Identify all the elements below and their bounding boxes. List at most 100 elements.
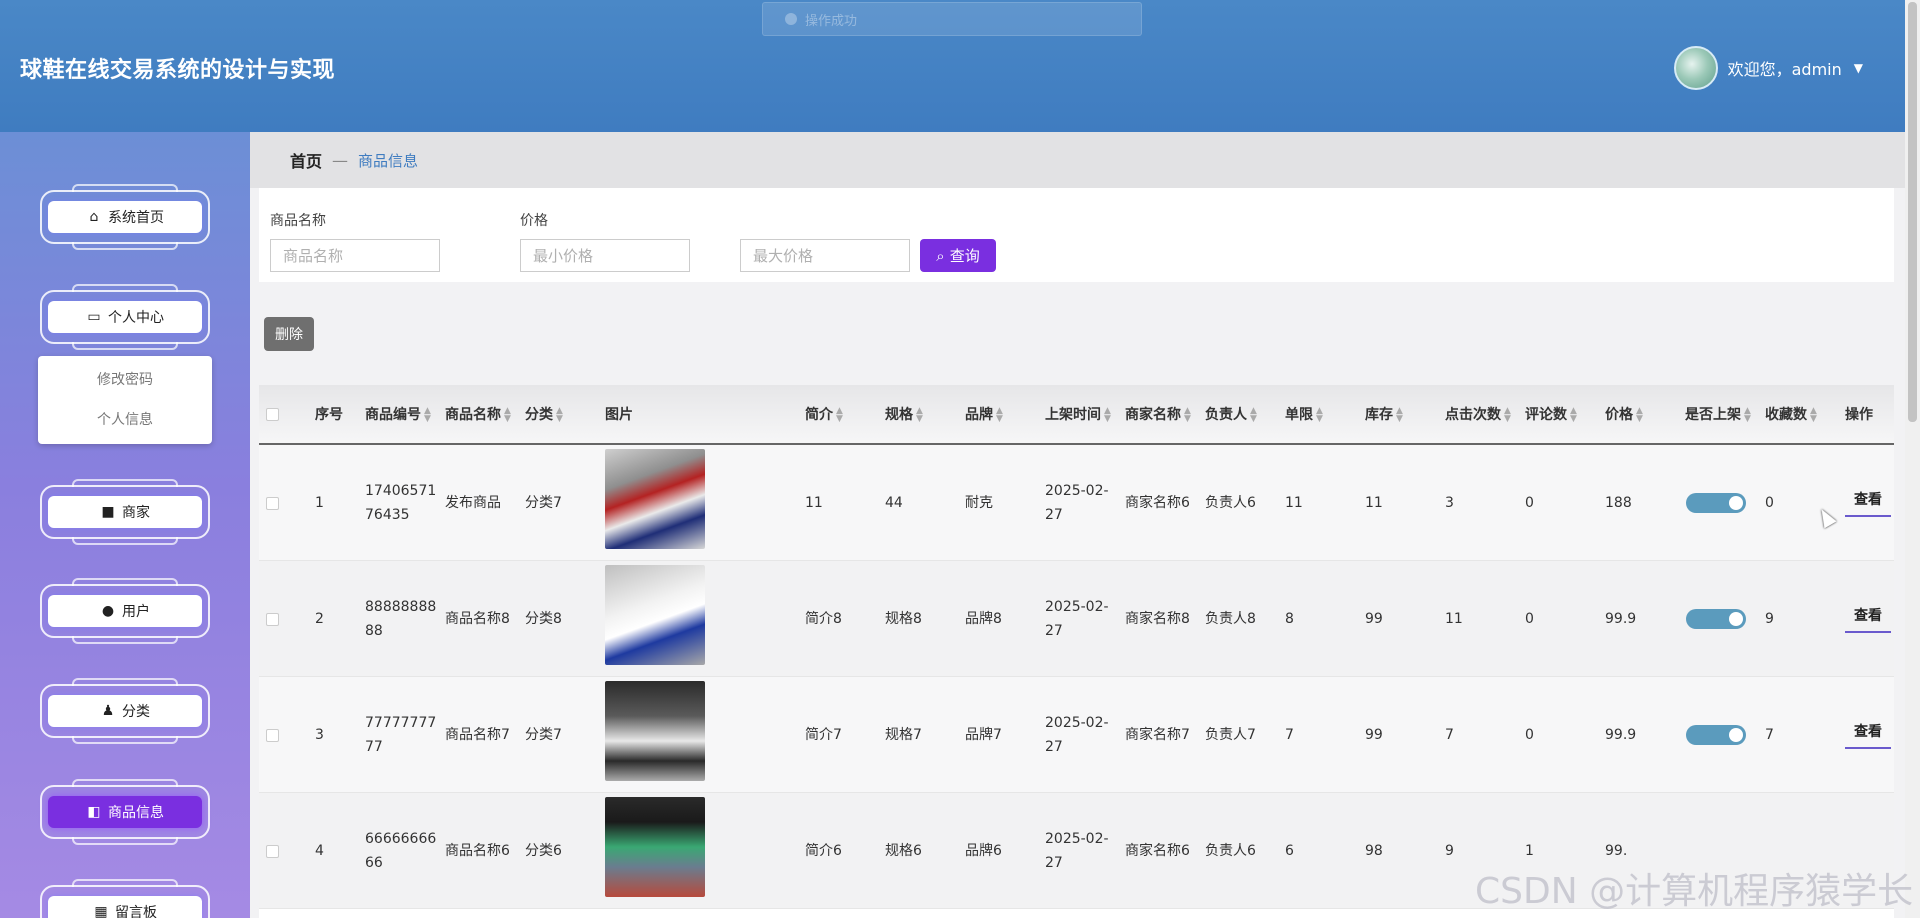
check-icon [785,13,797,25]
sort-icon[interactable]: ▲ ▼ [1810,407,1817,424]
breadcrumb-home[interactable]: 首页 [290,148,322,172]
view-button[interactable]: 查看 [1845,605,1891,633]
sort-icon[interactable]: ▲ ▼ [916,407,923,424]
cell-clicks: 9 [1445,843,1454,859]
sidebar-item-label: 系统首页 [108,210,164,226]
toast-message: 操作成功 [805,13,858,29]
col-favorites[interactable]: 收藏数 ▲ ▼ [1765,385,1817,445]
sort-icon[interactable]: ▲ ▼ [1744,407,1751,424]
sort-icon[interactable]: ▲ ▼ [1184,407,1191,424]
caret-down-icon[interactable]: ▼ [1854,61,1863,75]
sort-icon[interactable]: ▲ ▼ [1636,407,1643,424]
col-code[interactable]: 商品编号 ▲ ▼ [365,385,431,445]
sort-icon[interactable]: ▲ ▼ [996,407,1003,424]
welcome-text[interactable]: 欢迎您，admin [1728,56,1842,80]
sidebar-item-merchant-inner[interactable]: ■ 商家 [48,496,202,528]
col-intro[interactable]: 简介 ▲ ▼ [805,385,843,445]
sidebar-item-personal-center[interactable]: ▭ 个人中心 [40,284,210,350]
col-clicks[interactable]: 点击次数 ▲ ▼ [1445,385,1511,445]
cell-price: 99.9 [1605,611,1637,627]
cell-spec: 规格6 [885,843,922,859]
query-button[interactable]: ⌕ 查询 [920,239,996,272]
cell-code: 8888888888 [365,599,437,639]
cell-intro: 简介8 [805,611,842,627]
cell-owner: 负责人6 [1205,843,1256,859]
col-listed[interactable]: 是否上架 ▲ ▼ [1685,385,1751,445]
cell-name: 发布商品 [445,495,501,511]
sidebar-item-category[interactable]: ♟ 分类 [40,678,210,744]
cell-code: 7777777777 [365,715,437,755]
col-owner[interactable]: 负责人 ▲ ▼ [1205,385,1257,445]
sort-icon[interactable]: ▲ ▼ [1570,407,1577,424]
submenu-item-change-password[interactable]: 修改密码 [38,360,212,400]
row-checkbox[interactable] [266,613,279,626]
product-image[interactable] [605,797,705,897]
sort-icon[interactable]: ▲ ▼ [556,407,563,424]
sidebar-item-products[interactable]: ◧ 商品信息 [40,779,210,845]
min-price-input[interactable] [520,239,690,272]
submenu-item-personal-info[interactable]: 个人信息 [38,400,212,440]
sidebar-item-merchant[interactable]: ■ 商家 [40,479,210,545]
view-button[interactable]: 查看 [1845,489,1891,517]
cell-merchant: 商家名称6 [1125,495,1190,511]
max-price-input[interactable] [740,239,910,272]
sort-icon[interactable]: ▲ ▼ [1504,407,1511,424]
col-spec[interactable]: 规格 ▲ ▼ [885,385,923,445]
col-limit[interactable]: 单限 ▲ ▼ [1285,385,1323,445]
listed-toggle[interactable] [1686,493,1746,513]
delete-button[interactable]: 删除 [264,317,314,351]
scrollbar-thumb[interactable] [1908,2,1917,422]
product-name-input[interactable] [270,239,440,272]
view-button[interactable]: 查看 [1845,721,1891,749]
sidebar-item-message-board[interactable]: ▦ 留言板 [40,879,210,918]
cell-category: 分类7 [525,495,562,511]
cell-brand: 耐克 [965,495,993,511]
select-all-checkbox[interactable] [266,408,279,421]
listed-toggle[interactable] [1686,725,1746,745]
listed-toggle[interactable] [1686,609,1746,629]
col-stock-label: 库存 [1365,407,1393,423]
col-comments[interactable]: 评论数 ▲ ▼ [1525,385,1577,445]
col-stock[interactable]: 库存 ▲ ▼ [1365,385,1403,445]
sidebar-item-home-inner[interactable]: ⌂ 系统首页 [48,201,202,233]
sort-icon[interactable]: ▲ ▼ [1104,407,1111,424]
col-price[interactable]: 价格 ▲ ▼ [1605,385,1643,445]
cell-category: 分类7 [525,727,562,743]
sidebar-item-products-inner[interactable]: ◧ 商品信息 [48,796,202,828]
row-checkbox[interactable] [266,845,279,858]
cell-intro: 简介6 [805,843,842,859]
sort-icon[interactable]: ▲ ▼ [836,407,843,424]
product-image[interactable] [605,565,705,665]
sidebar-item-user-inner[interactable]: ● 用户 [48,595,202,627]
sort-icon[interactable]: ▲ ▼ [424,407,431,424]
col-date[interactable]: 上架时间 ▲ ▼ [1045,385,1111,445]
sidebar-item-user[interactable]: ● 用户 [40,578,210,644]
cell-price: 99. [1605,843,1628,859]
row-checkbox[interactable] [266,497,279,510]
cell-favorites: 7 [1765,727,1774,743]
col-merchant[interactable]: 商家名称 ▲ ▼ [1125,385,1191,445]
col-name-label: 商品名称 [445,407,501,423]
row-checkbox[interactable] [266,729,279,742]
sidebar-item-personal-center-inner[interactable]: ▭ 个人中心 [48,301,202,333]
col-intro-label: 简介 [805,407,833,423]
sort-icon[interactable]: ▲ ▼ [1250,407,1257,424]
col-brand[interactable]: 品牌 ▲ ▼ [965,385,1003,445]
product-image[interactable] [605,681,705,781]
sidebar-item-home[interactable]: ⌂ 系统首页 [40,184,210,250]
user-menu[interactable]: 欢迎您，admin ▼ [1673,46,1863,90]
page-scrollbar[interactable] [1905,0,1920,918]
col-category[interactable]: 分类 ▲ ▼ [525,385,563,445]
cell-limit: 6 [1285,843,1294,859]
sidebar-item-message-board-inner[interactable]: ▦ 留言板 [48,896,202,918]
cell-index: 2 [315,611,324,627]
avatar[interactable] [1673,46,1718,90]
sort-icon[interactable]: ▲ ▼ [1396,407,1403,424]
sidebar-item-category-inner[interactable]: ♟ 分类 [48,695,202,727]
breadcrumb-separator: — [332,150,349,170]
product-image[interactable] [605,449,705,549]
sort-icon[interactable]: ▲ ▼ [1316,407,1323,424]
cell-favorites: 9 [1765,611,1774,627]
sort-icon[interactable]: ▲ ▼ [504,407,511,424]
col-name[interactable]: 商品名称 ▲ ▼ [445,385,511,445]
